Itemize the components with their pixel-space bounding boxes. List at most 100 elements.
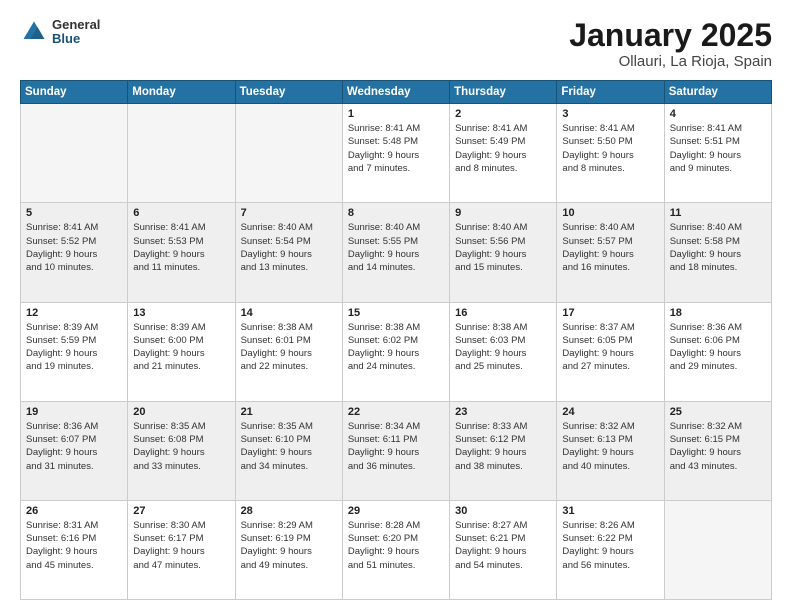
day-number: 16 <box>455 307 551 319</box>
calendar-cell: 21Sunrise: 8:35 AMSunset: 6:10 PMDayligh… <box>235 401 342 500</box>
calendar-cell: 7 Sunrise: 8:40 AMSunset: 5:54 PMDaylight… <box>235 203 342 302</box>
calendar-cell: 15 Sunrise: 8:38 AMSunset: 6:02 PMDayligh… <box>342 302 449 401</box>
calendar-header-row: SundayMondayTuesdayWednesdayThursdayFrid… <box>21 81 772 104</box>
calendar-cell: 27 Sunrise: 8:30 AMSunset: 6:17 PMDayligh… <box>128 500 235 599</box>
calendar-cell: 28 Sunrise: 8:29 AMSunset: 6:19 PMDayligh… <box>235 500 342 599</box>
day-number: 8 <box>348 207 444 219</box>
calendar-cell: 2 Sunrise: 8:41 AMSunset: 5:49 PMDaylight… <box>450 104 557 203</box>
weekday-header-friday: Friday <box>557 81 664 104</box>
day-info: Sunrise: 8:30 AMSunset: 6:17 PMDaylight:… <box>133 519 229 572</box>
calendar-cell: 24 Sunrise: 8:32 AMSunset: 6:13 PMDayligh… <box>557 401 664 500</box>
day-info: Sunrise: 8:27 AMSunset: 6:21 PMDaylight:… <box>455 519 551 572</box>
day-number: 12 <box>26 307 122 319</box>
day-number: 1 <box>348 108 444 120</box>
day-number: 2 <box>455 108 551 120</box>
calendar-week-0: 1 Sunrise: 8:41 AMSunset: 5:48 PMDaylight… <box>21 104 772 203</box>
calendar-cell <box>21 104 128 203</box>
day-info: Sunrise: 8:29 AMSunset: 6:19 PMDaylight:… <box>241 519 337 572</box>
day-info: Sunrise: 8:41 AMSunset: 5:49 PMDaylight:… <box>455 122 551 175</box>
calendar-cell: 26Sunrise: 8:31 AMSunset: 6:16 PMDayligh… <box>21 500 128 599</box>
title-location: Ollauri, La Rioja, Spain <box>569 53 772 70</box>
day-info: Sunrise: 8:40 AMSunset: 5:58 PMDaylight:… <box>670 221 766 274</box>
calendar-cell <box>664 500 771 599</box>
day-number: 22 <box>348 406 444 418</box>
weekday-header-thursday: Thursday <box>450 81 557 104</box>
calendar-cell: 25Sunrise: 8:32 AMSunset: 6:15 PMDayligh… <box>664 401 771 500</box>
calendar-cell: 9 Sunrise: 8:40 AMSunset: 5:56 PMDaylight… <box>450 203 557 302</box>
calendar-cell: 14Sunrise: 8:38 AMSunset: 6:01 PMDayligh… <box>235 302 342 401</box>
calendar-cell: 16 Sunrise: 8:38 AMSunset: 6:03 PMDayligh… <box>450 302 557 401</box>
title-block: January 2025 Ollauri, La Rioja, Spain <box>569 18 772 70</box>
day-number: 21 <box>241 406 337 418</box>
calendar-cell: 4Sunrise: 8:41 AMSunset: 5:51 PMDaylight… <box>664 104 771 203</box>
day-number: 27 <box>133 505 229 517</box>
calendar-cell: 19Sunrise: 8:36 AMSunset: 6:07 PMDayligh… <box>21 401 128 500</box>
day-number: 5 <box>26 207 122 219</box>
day-number: 3 <box>562 108 658 120</box>
day-info: Sunrise: 8:38 AMSunset: 6:02 PMDaylight:… <box>348 321 444 374</box>
weekday-header-saturday: Saturday <box>664 81 771 104</box>
calendar-cell: 3 Sunrise: 8:41 AMSunset: 5:50 PMDaylight… <box>557 104 664 203</box>
day-number: 28 <box>241 505 337 517</box>
day-info: Sunrise: 8:38 AMSunset: 6:01 PMDaylight:… <box>241 321 337 374</box>
day-number: 31 <box>562 505 658 517</box>
day-number: 9 <box>455 207 551 219</box>
day-info: Sunrise: 8:39 AMSunset: 5:59 PMDaylight:… <box>26 321 122 374</box>
day-info: Sunrise: 8:40 AMSunset: 5:54 PMDaylight:… <box>241 221 337 274</box>
calendar-cell <box>128 104 235 203</box>
header: General Blue January 2025 Ollauri, La Ri… <box>20 18 772 70</box>
calendar-week-2: 12 Sunrise: 8:39 AMSunset: 5:59 PMDayligh… <box>21 302 772 401</box>
day-number: 29 <box>348 505 444 517</box>
calendar-cell: 23 Sunrise: 8:33 AMSunset: 6:12 PMDayligh… <box>450 401 557 500</box>
day-info: Sunrise: 8:32 AMSunset: 6:15 PMDaylight:… <box>670 420 766 473</box>
day-number: 18 <box>670 307 766 319</box>
day-info: Sunrise: 8:41 AMSunset: 5:48 PMDaylight:… <box>348 122 444 175</box>
calendar-cell <box>235 104 342 203</box>
calendar-cell: 6Sunrise: 8:41 AMSunset: 5:53 PMDaylight… <box>128 203 235 302</box>
day-number: 13 <box>133 307 229 319</box>
page: General Blue January 2025 Ollauri, La Ri… <box>0 0 792 612</box>
calendar-cell: 11 Sunrise: 8:40 AMSunset: 5:58 PMDayligh… <box>664 203 771 302</box>
calendar-cell: 10Sunrise: 8:40 AMSunset: 5:57 PMDayligh… <box>557 203 664 302</box>
logo-icon <box>20 18 48 46</box>
title-month: January 2025 <box>569 18 772 53</box>
day-info: Sunrise: 8:28 AMSunset: 6:20 PMDaylight:… <box>348 519 444 572</box>
day-info: Sunrise: 8:33 AMSunset: 6:12 PMDaylight:… <box>455 420 551 473</box>
logo-text: General Blue <box>52 18 100 47</box>
calendar-cell: 31 Sunrise: 8:26 AMSunset: 6:22 PMDayligh… <box>557 500 664 599</box>
day-number: 20 <box>133 406 229 418</box>
calendar-cell: 20Sunrise: 8:35 AMSunset: 6:08 PMDayligh… <box>128 401 235 500</box>
day-info: Sunrise: 8:40 AMSunset: 5:56 PMDaylight:… <box>455 221 551 274</box>
calendar-cell: 8Sunrise: 8:40 AMSunset: 5:55 PMDaylight… <box>342 203 449 302</box>
calendar-cell: 5 Sunrise: 8:41 AMSunset: 5:52 PMDaylight… <box>21 203 128 302</box>
day-info: Sunrise: 8:32 AMSunset: 6:13 PMDaylight:… <box>562 420 658 473</box>
day-info: Sunrise: 8:39 AMSunset: 6:00 PMDaylight:… <box>133 321 229 374</box>
day-info: Sunrise: 8:26 AMSunset: 6:22 PMDaylight:… <box>562 519 658 572</box>
day-number: 23 <box>455 406 551 418</box>
weekday-header-monday: Monday <box>128 81 235 104</box>
calendar-cell: 22 Sunrise: 8:34 AMSunset: 6:11 PMDayligh… <box>342 401 449 500</box>
calendar-week-1: 5 Sunrise: 8:41 AMSunset: 5:52 PMDaylight… <box>21 203 772 302</box>
weekday-header-wednesday: Wednesday <box>342 81 449 104</box>
day-number: 17 <box>562 307 658 319</box>
day-number: 15 <box>348 307 444 319</box>
calendar-cell: 13 Sunrise: 8:39 AMSunset: 6:00 PMDayligh… <box>128 302 235 401</box>
calendar-table: SundayMondayTuesdayWednesdayThursdayFrid… <box>20 80 772 600</box>
logo: General Blue <box>20 18 100 47</box>
day-number: 7 <box>241 207 337 219</box>
logo-blue: Blue <box>52 32 100 46</box>
day-number: 10 <box>562 207 658 219</box>
logo-general: General <box>52 18 100 32</box>
calendar-cell: 12 Sunrise: 8:39 AMSunset: 5:59 PMDayligh… <box>21 302 128 401</box>
day-number: 26 <box>26 505 122 517</box>
day-info: Sunrise: 8:34 AMSunset: 6:11 PMDaylight:… <box>348 420 444 473</box>
day-number: 11 <box>670 207 766 219</box>
day-number: 24 <box>562 406 658 418</box>
day-info: Sunrise: 8:41 AMSunset: 5:52 PMDaylight:… <box>26 221 122 274</box>
day-info: Sunrise: 8:37 AMSunset: 6:05 PMDaylight:… <box>562 321 658 374</box>
calendar-cell: 17 Sunrise: 8:37 AMSunset: 6:05 PMDayligh… <box>557 302 664 401</box>
weekday-header-sunday: Sunday <box>21 81 128 104</box>
weekday-header-tuesday: Tuesday <box>235 81 342 104</box>
day-info: Sunrise: 8:41 AMSunset: 5:50 PMDaylight:… <box>562 122 658 175</box>
day-info: Sunrise: 8:38 AMSunset: 6:03 PMDaylight:… <box>455 321 551 374</box>
